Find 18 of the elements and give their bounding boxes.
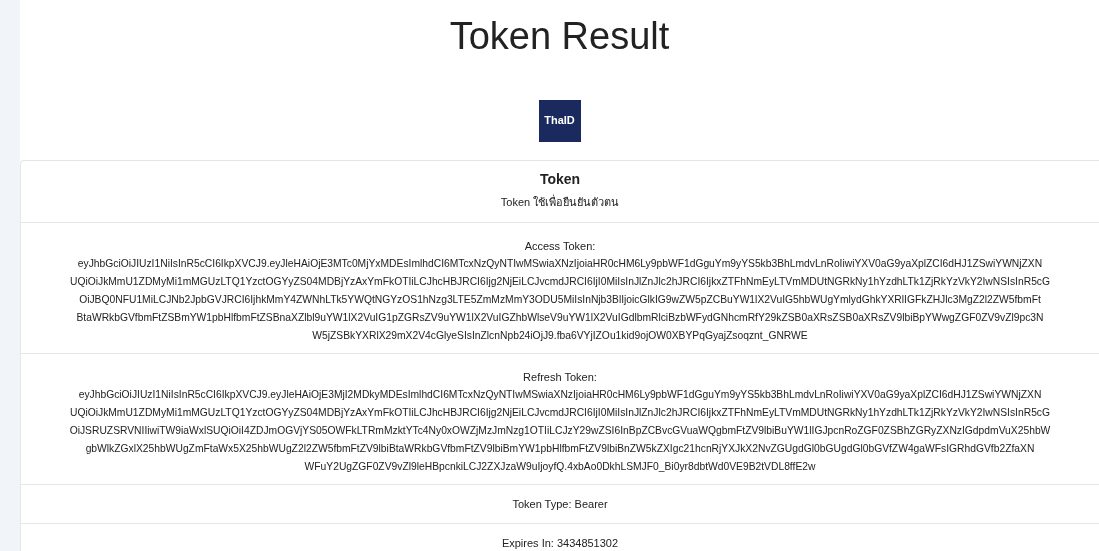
token-info: Expires In: 3434851302: [501, 536, 619, 551]
token-text-line: W5jZSBkYXRlX29mX2V4cGlyeSIsInZlcnNpb24iOjJ9.fba6VYjIZOu1kid9ojOW0XBYPqGyajZsoqznt_GNRWE: [312, 329, 808, 344]
card-subtitle: Token ใช้เพื่อยืนยันตัวตน: [500, 193, 620, 210]
token-label: Refresh Token:: [523, 370, 597, 386]
page-title: Token Result: [449, 14, 670, 59]
token-text-line: OiJBQ0NFU1MiLCJNb2JpbGVJRCI6IjhkMmY4ZWNhLTk5YWQtNGYzOS1hNzg3LTE5ZmMzMmY3ODU5MiIsInNjb3BlIjoicGlkIG9wZW5pZCBuYW1lX2VuIG5hbWUgYmlydGhkYXRlIGFkZHJlc3MgZ2l2ZW5fbmFt: [79, 293, 1041, 308]
token-text-line: UQiOiJkMmU1ZDMyMi1mMGUzLTQ1YzctOGYyZS04MDBjYzAxYmFkOTIiLCJhcHBJRCI6Ijg2NjEiLCJvcmdJRCI6IjI0MiIsInJlZnJlc2hJRCI6IjkxZTFhNmEyLTVmMDUtNGRkNy1hYzdhLTk1ZjRkYzVkY2IwNSIsInR5cG: [69, 275, 1051, 290]
logo: ThaID: [538, 99, 581, 142]
card-heading: Token: [539, 169, 581, 189]
token-text-line: WFuY2UgZGF0ZV9vZl9leHBpcnkiLCJ2ZXJzaW9uIjoyfQ.4xbAo0DkhLSMJF0_Bi0yr8dbtWd0VE9B2tVDL8ffE2w: [304, 460, 816, 475]
token-text-line: gbWlkZGxlX25hbWUgZmFtaWx5X25hbWUgZ2l2ZW5fbmFtZV9lbiBtaWRkbGVfbmFtZV9lbiBmYW1pbHlfbmFtZV9lbiBnZW5kZXIgc21hcnRjYXJkX2NvZGUgdGl0bGUgdGl0bGVfZW4gaWFsIGRhdGVfb2ZfaXN: [85, 442, 1035, 457]
token-label: Access Token:: [524, 239, 596, 255]
token-text-line: eyJhbGciOiJIUzI1NiIsInR5cCI6IkpXVCJ9.eyJleHAiOjE3MTc0MjYxMDEsImlhdCI6MTcxNzQyNTIwMSwiaXNzIjoiaHR0cHM6Ly9pbWF1dGguYm9yYS5kb3BhLmdvLnRoIiwiYXV0aG9yaXplZCI6dHJ1ZSwiYWNjZXN: [77, 257, 1043, 272]
token-info: Token Type: Bearer: [512, 497, 608, 513]
token-text-line: eyJhbGciOiJIUzI1NiIsInR5cCI6IkpXVCJ9.eyJleHAiOjE3MjI2MDkyMDEsImlhdCI6MTcxNzQyNTIwMSwiaXNzIjoiaHR0cHM6Ly9pbWF1dGguYm9yYS5kb3BhLmdvLnRoIiwiYXV0aG9yaXplZCI6dHJ1ZSwiYWNjZXN: [78, 388, 1042, 403]
token-text-line: UQiOiJkMmU1ZDMyMi1mMGUzLTQ1YzctOGYyZS04MDBjYzAxYmFkOTIiLCJhcHBJRCI6Ijg2NjEiLCJvcmdJRCI6IjI0MiIsInJlZnJlc2hJRCI6IjkxZTFhNmEyLTVmMDUtNGRkNy1hYzdhLTk1ZjRkYzVkY2IwNSIsInR5cG: [69, 406, 1051, 421]
token-text-line: OiJSRUZSRVNIIiwiTW9iaWxlSUQiOiI4ZDJmOGVjYS05OWFkLTRmMzktYTc4Ny0xOWZjMzJmNzg1OTIiLCJzY29wZSI6InBpZCBvcGVuaWQgbmFtZV9lbiBuYW1lIGJpcnRoZGF0ZSBhZGRyZXNzIGdpdmVuX25hbW: [69, 424, 1051, 439]
token-text-line: BtaWRkbGVfbmFtZSBmYW1pbHlfbmFtZSBnaXZlbl9uYW1lX2VuIG1pZGRsZV9uYW1lX2VuIGZhbWlseV9uYW1lX2VuIGdlbmRlciBzbWFydGNhcmRfY29kZSB0aXRsZSB0aXRsZV9lbiBpYWwgZGF0ZV9vZl9pc3N: [76, 311, 1044, 326]
